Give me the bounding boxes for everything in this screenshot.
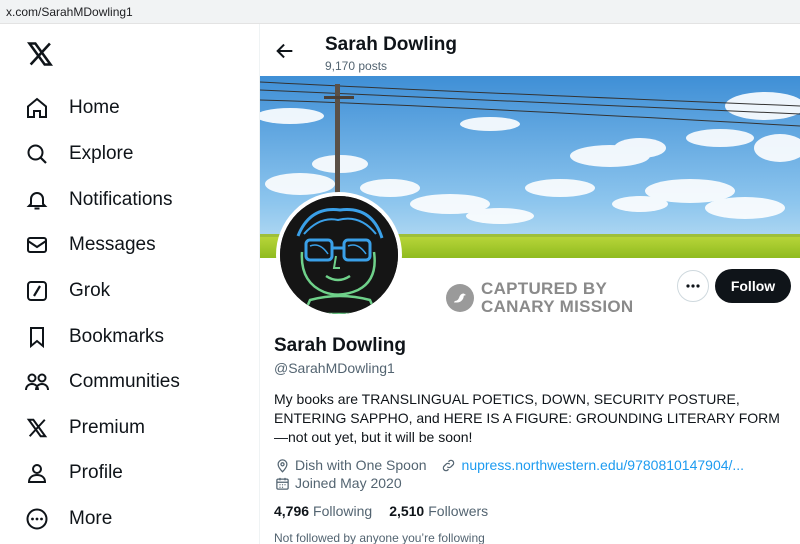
stamp-line-2: CANARY MISSION <box>481 297 634 316</box>
sidebar-item-notifications[interactable]: Notifications <box>22 182 173 218</box>
following-label: Following <box>313 503 373 519</box>
person-icon <box>22 458 52 488</box>
sidebar-item-messages[interactable]: Messages <box>22 227 156 263</box>
sidebar-item-label: Explore <box>69 143 134 164</box>
profile-location: Dish with One Spoon <box>295 457 427 473</box>
more-dots-icon <box>686 284 700 288</box>
profile-meta-location-row: Dish with One Spoon nupress.northwestern… <box>274 457 744 473</box>
sidebar-item-communities[interactable]: Communities <box>22 364 180 400</box>
follow-counts: 4,796 Following 2,510 Followers <box>274 503 505 519</box>
sidebar-item-label: Bookmarks <box>69 326 165 347</box>
sidebar-item-label: Grok <box>69 280 111 301</box>
browser-url-bar[interactable]: x.com/SarahMDowling1 <box>0 0 800 24</box>
back-arrow-icon[interactable] <box>274 40 296 62</box>
header-post-count: 9,170 posts <box>325 59 388 73</box>
followers-label: Followers <box>428 503 489 519</box>
following-link[interactable]: 4,796 Following <box>274 503 372 519</box>
captured-stamp: CAPTURED BY CANARY MISSION <box>446 280 634 316</box>
sidebar-item-bookmarks[interactable]: Bookmarks <box>22 319 164 355</box>
sidebar-item-home[interactable]: Home <box>22 90 120 126</box>
more-circle-icon <box>22 504 52 534</box>
grok-icon <box>22 276 52 306</box>
profile-website-link[interactable]: nupress.northwestern.edu/9780810147904/.… <box>462 457 745 473</box>
home-icon <box>22 93 52 123</box>
sidebar-item-explore[interactable]: Explore <box>22 136 133 172</box>
stamp-line-1: CAPTURED BY <box>481 279 608 298</box>
search-icon <box>22 139 52 169</box>
follow-button[interactable]: Follow <box>715 269 791 303</box>
profile-header-bar: Sarah Dowling 9,170 posts <box>260 24 800 76</box>
x-logo-icon[interactable] <box>26 40 54 68</box>
sidebar-item-grok[interactable]: Grok <box>22 273 110 309</box>
more-options-button[interactable] <box>677 270 709 302</box>
header-name: Sarah Dowling <box>325 34 457 55</box>
sidebar-item-label: Profile <box>69 462 123 483</box>
sidebar-item-label: Home <box>69 97 120 118</box>
followers-link[interactable]: 2,510 Followers <box>389 503 488 519</box>
sidebar-item-label: Premium <box>69 417 146 438</box>
not-followed-notice: Not followed by anyone you’re following <box>274 531 485 544</box>
profile-name: Sarah Dowling <box>274 335 406 356</box>
profile-handle: @SarahMDowling1 <box>274 360 395 376</box>
canary-bird-icon <box>446 284 474 312</box>
sidebar-item-label: Notifications <box>69 189 173 210</box>
bell-icon <box>22 185 52 215</box>
followers-count: 2,510 <box>389 503 425 519</box>
profile-main: Sarah Dowling 9,170 posts CAPTURED BY CA… <box>260 24 800 544</box>
envelope-icon <box>22 230 52 260</box>
communities-icon <box>22 367 52 397</box>
sidebar-item-label: More <box>69 508 113 529</box>
following-count: 4,796 <box>274 503 310 519</box>
sidebar-item-profile[interactable]: Profile <box>22 455 123 491</box>
bookmark-icon <box>22 322 52 352</box>
sidebar-item-label: Communities <box>69 371 180 392</box>
profile-avatar[interactable] <box>276 192 402 318</box>
sidebar-item-label: Messages <box>69 234 156 255</box>
sidebar-item-premium[interactable]: Premium <box>22 410 145 446</box>
location-pin-icon <box>274 457 290 473</box>
profile-joined-date: Joined May 2020 <box>295 475 402 491</box>
calendar-icon <box>274 475 290 491</box>
link-icon <box>441 457 457 473</box>
sidebar-item-more[interactable]: More <box>22 501 112 537</box>
profile-meta-joined-row: Joined May 2020 <box>274 475 402 491</box>
profile-bio: My books are TRANSLINGUAL POETICS, DOWN,… <box>274 391 780 445</box>
sidebar: Home Explore Notifications Messages Grok… <box>0 24 260 544</box>
x-logo-icon <box>22 413 52 443</box>
